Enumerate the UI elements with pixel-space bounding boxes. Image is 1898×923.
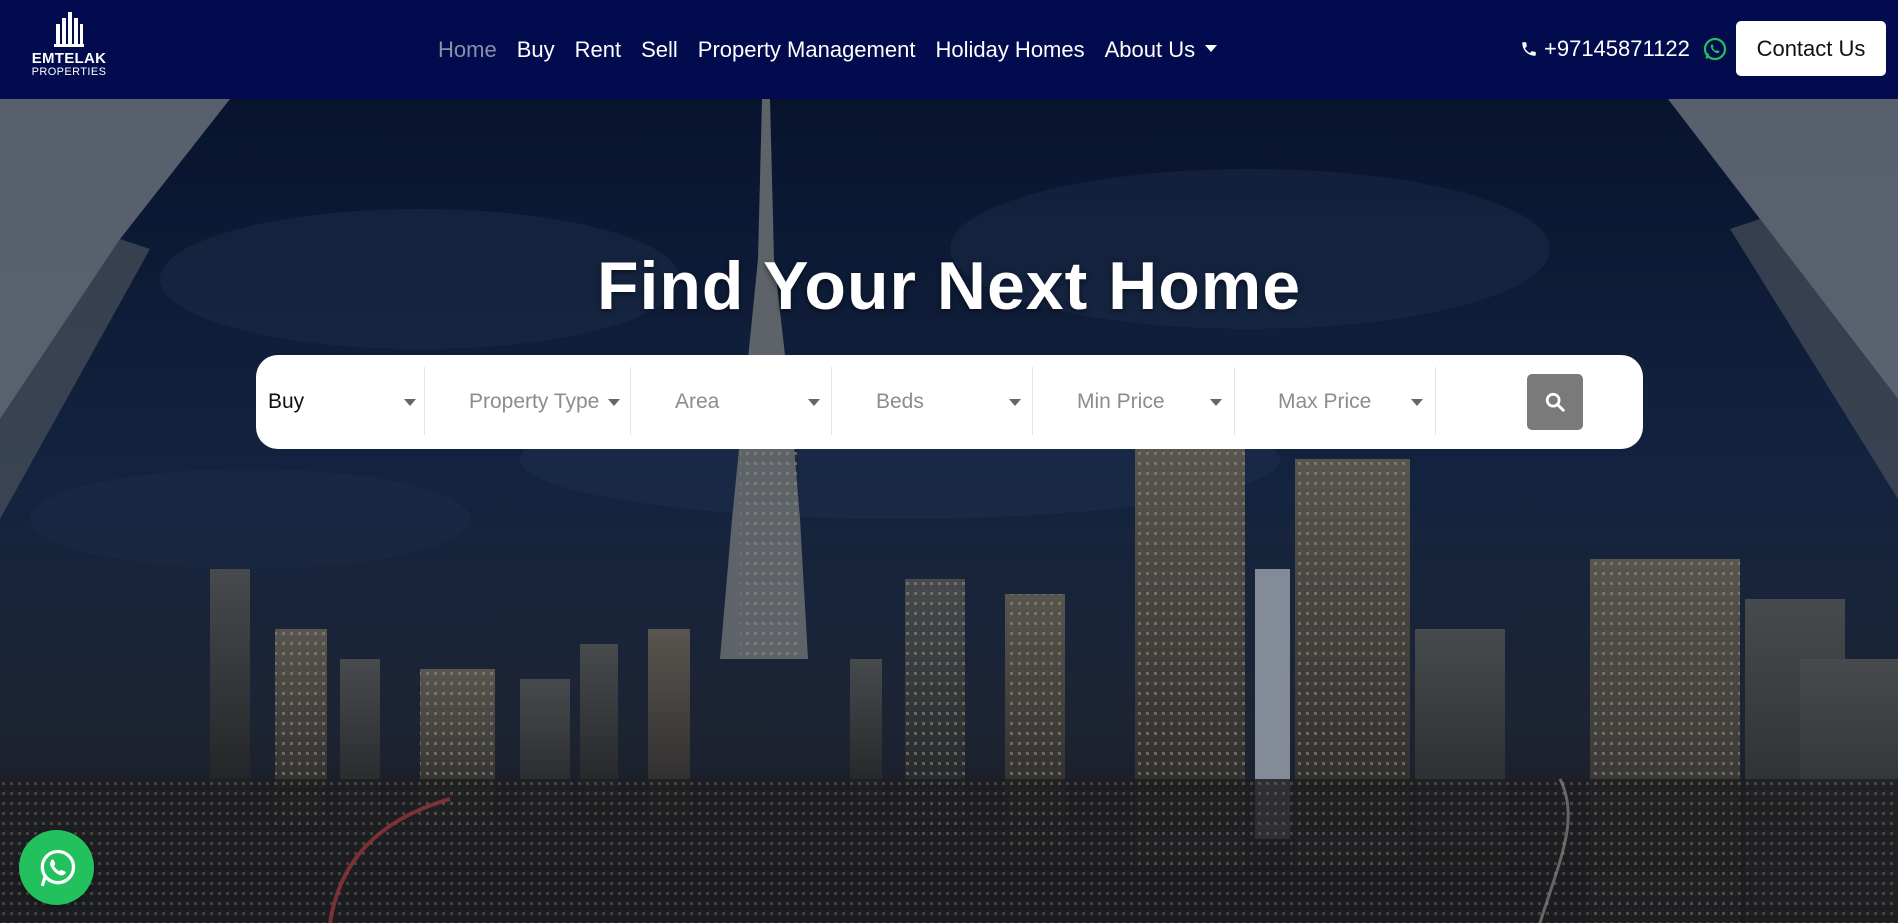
search-button[interactable] [1527, 374, 1583, 430]
property-type-select[interactable]: Property Type [469, 373, 620, 431]
caret-down-icon [1205, 45, 1218, 53]
logo-mark-icon [54, 12, 84, 47]
max-price-select[interactable]: Max Price [1278, 373, 1428, 431]
min-price-placeholder: Min Price [1077, 390, 1165, 413]
phone-link[interactable]: +97145871122 [1520, 36, 1690, 62]
whatsapp-icon[interactable] [1703, 37, 1727, 61]
divider [831, 367, 832, 435]
navbar: EMTELAK PROPERTIES Home Buy Rent Sell Pr… [0, 0, 1898, 99]
contact-us-button[interactable]: Contact Us [1736, 21, 1886, 76]
caret-down-icon [808, 399, 820, 406]
divider [1435, 367, 1436, 435]
purpose-select[interactable]: Buy [268, 373, 418, 431]
phone-number: +97145871122 [1544, 36, 1690, 61]
property-type-placeholder: Property Type [469, 390, 600, 413]
area-placeholder: Area [675, 390, 720, 413]
main-nav: Home Buy Rent Sell Property Management H… [428, 0, 1227, 99]
search-icon [1545, 392, 1565, 412]
max-price-placeholder: Max Price [1278, 390, 1372, 413]
hero-title: Find Your Next Home [596, 248, 1302, 324]
city-skyline-image [0, 99, 1898, 923]
phone-icon [1522, 42, 1536, 56]
area-select[interactable]: Area [675, 373, 825, 431]
divider [630, 367, 631, 435]
brand-subtitle: PROPERTIES [31, 66, 107, 78]
nav-property-management[interactable]: Property Management [688, 37, 926, 63]
whatsapp-chat-button[interactable] [19, 830, 94, 905]
caret-down-icon [1009, 399, 1021, 406]
nav-about-us[interactable]: About Us [1095, 37, 1228, 63]
divider [1234, 367, 1235, 435]
caret-down-icon [608, 399, 620, 406]
caret-down-icon [1210, 399, 1222, 406]
hero-section: Find Your Next Home [0, 99, 1898, 923]
caret-down-icon [1411, 399, 1423, 406]
divider [1032, 367, 1033, 435]
nav-sell[interactable]: Sell [631, 37, 688, 63]
caret-down-icon [404, 399, 416, 406]
nav-about-us-label: About Us [1104, 36, 1196, 62]
nav-holiday-homes[interactable]: Holiday Homes [925, 37, 1094, 63]
divider [424, 367, 425, 435]
nav-rent[interactable]: Rent [565, 37, 631, 63]
purpose-value: Buy [268, 390, 305, 413]
beds-placeholder: Beds [876, 390, 924, 413]
whatsapp-icon [40, 849, 75, 886]
beds-select[interactable]: Beds [876, 373, 1026, 431]
nav-buy[interactable]: Buy [507, 37, 565, 63]
brand-name: EMTELAK [31, 50, 107, 67]
min-price-select[interactable]: Min Price [1077, 373, 1227, 431]
nav-home[interactable]: Home [428, 37, 507, 63]
property-search-bar: Buy Property Type Area Beds Min Price Ma… [256, 355, 1643, 449]
brand-logo[interactable]: EMTELAK PROPERTIES [30, 10, 108, 90]
